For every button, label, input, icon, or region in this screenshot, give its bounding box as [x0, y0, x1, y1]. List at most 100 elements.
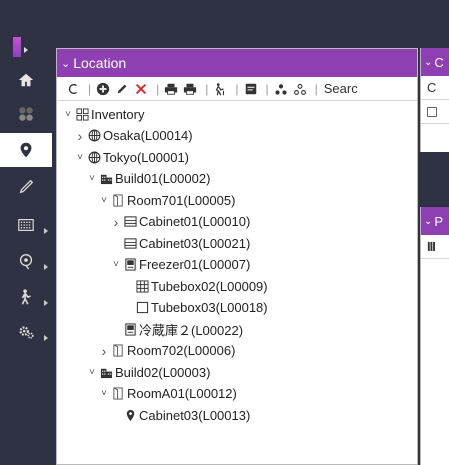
side-rail [0, 0, 52, 465]
label-button[interactable] [243, 81, 259, 97]
checkbox[interactable] [427, 106, 437, 117]
tree-node-label: Room702(L00006) [127, 343, 236, 358]
chevron-down-icon[interactable]: ˅ [111, 259, 121, 270]
rail-pipette[interactable] [0, 170, 52, 204]
tree-node-label: Build02(L00003) [115, 364, 211, 380]
tree-node[interactable]: › Osaka(L00014) [75, 125, 193, 147]
tree-node[interactable]: 冷蔵庫２(L00022) [111, 318, 243, 340]
apps-icon [19, 107, 33, 121]
add-circle-icon [97, 82, 110, 95]
pipette-icon [19, 179, 34, 194]
door-icon [112, 193, 125, 207]
right-panel-top: ⌄ C C [420, 48, 449, 152]
collapse-chevron-icon[interactable]: ⌄ [61, 57, 70, 70]
chevron-right-icon[interactable]: › [75, 128, 85, 144]
tree-node[interactable]: Cabinet03(L00013) [111, 404, 250, 426]
columns-icon[interactable]: III [427, 239, 436, 254]
tree-node-label: Tubebox03(L00018) [151, 300, 268, 315]
tree-node[interactable]: ˅ Freezer01(L00007) [111, 254, 250, 276]
chevron-right-icon[interactable]: › [111, 214, 121, 230]
note-icon [245, 83, 256, 94]
tree-node[interactable]: ˅ Tokyo(L00001) [75, 146, 189, 168]
tree-node-label: Cabinet03(L00021) [139, 235, 251, 251]
rail-apps[interactable] [0, 97, 52, 131]
rail-person[interactable] [0, 280, 52, 314]
location-panel-header[interactable]: ⌄ Location [57, 49, 417, 77]
tree-node[interactable]: › Cabinet01(L00010) [111, 211, 251, 233]
rail-plate[interactable] [0, 208, 52, 242]
globe-icon [88, 129, 101, 142]
toolbar-divider: | [314, 81, 318, 96]
edit-button[interactable] [114, 81, 130, 97]
delete-button[interactable] [133, 81, 149, 97]
refresh-icon [68, 83, 77, 94]
print-label-button[interactable] [182, 81, 198, 97]
tree-node[interactable]: › Room702(L00006) [99, 340, 236, 362]
tree-node-label: Tokyo(L00001) [103, 149, 189, 165]
tree-node-label: Inventory [91, 106, 145, 122]
right-panel-bottom-title: P [434, 213, 444, 229]
tree-node[interactable]: ˅ RoomA01(L00012) [99, 383, 237, 405]
search-field[interactable]: Searc [324, 81, 358, 96]
plate-icon [18, 219, 34, 231]
collapse-chevron-icon[interactable]: ⌄ [424, 216, 432, 227]
tree-node-label: Cabinet03(L00013) [139, 407, 251, 423]
target-icon [19, 254, 33, 270]
tree-node[interactable]: Tubebox02(L00009) [123, 275, 268, 297]
toolbar-divider: | [235, 81, 239, 96]
chevron-down-icon[interactable]: ˅ [87, 173, 97, 184]
print-button[interactable] [163, 81, 179, 97]
rail-home[interactable] [0, 63, 52, 97]
door-icon [112, 387, 125, 400]
location-toolbar: | | | | | | Searc [57, 77, 417, 101]
right-panel-top-header[interactable]: ⌄ C [421, 48, 449, 76]
chevron-down-icon[interactable]: ˅ [99, 195, 109, 206]
toolbar-divider: | [205, 81, 209, 96]
tubebox-empty-icon [136, 301, 149, 314]
chevron-down-icon[interactable]: ˅ [63, 109, 73, 120]
add-button[interactable] [95, 81, 111, 97]
tree-node-label: Freezer01(L00007) [139, 257, 251, 272]
tree-node[interactable]: Cabinet03(L00021) [111, 232, 250, 254]
building-icon [100, 366, 113, 379]
rail-settings[interactable] [0, 315, 52, 349]
move-button[interactable] [212, 81, 228, 97]
rail-target[interactable] [0, 244, 52, 278]
right-panel-top-title: C [434, 54, 444, 70]
printer-icon [165, 83, 178, 95]
refresh-icon[interactable]: C [427, 80, 436, 95]
rail-caret-icon [44, 335, 48, 341]
chevron-right-icon[interactable]: › [99, 343, 109, 359]
toolbar-divider: | [156, 81, 160, 96]
globe-icon [88, 151, 101, 164]
chevron-down-icon[interactable]: ˅ [75, 152, 85, 163]
rail-caret-icon [44, 228, 48, 234]
tree-node-label: Build01(L00002) [115, 171, 211, 186]
right-panel-top-toolbar: C [421, 76, 449, 100]
tree-node[interactable]: Tubebox03(L00018) [123, 297, 268, 319]
chevron-down-icon[interactable]: ˅ [87, 367, 97, 378]
grid-icon [76, 107, 89, 121]
right-panel-bottom-header[interactable]: ⌄ P [421, 207, 449, 235]
hierarchy-button[interactable] [273, 81, 289, 97]
tree-node-label: 冷蔵庫２(L00022) [139, 322, 244, 338]
tree-node[interactable]: ˅ Room701(L00005) [99, 189, 235, 211]
hierarchy-icon [275, 83, 287, 95]
right-panel-bottom: ⌄ P III [420, 207, 449, 465]
tree-node[interactable]: ˅ Inventory [63, 103, 144, 125]
rail-location[interactable] [0, 133, 52, 167]
pencil-icon [117, 84, 127, 93]
hierarchy-outline-button[interactable] [292, 81, 308, 97]
close-icon [136, 83, 147, 94]
pin-icon [124, 409, 137, 422]
collapse-chevron-icon[interactable]: ⌄ [424, 57, 432, 68]
tree-node[interactable]: ˅ Build02(L00003) [87, 361, 210, 383]
logo-icon[interactable] [13, 37, 21, 57]
location-panel: ⌄ Location | | | | | | Searc ˅ Inventory… [56, 48, 418, 465]
gears-icon [19, 326, 34, 339]
building-icon [100, 172, 113, 185]
rail-caret-icon [44, 300, 48, 306]
chevron-down-icon[interactable]: ˅ [99, 388, 109, 399]
refresh-button[interactable] [65, 81, 81, 97]
tree-node[interactable]: ˅ Build01(L00002) [87, 168, 210, 190]
